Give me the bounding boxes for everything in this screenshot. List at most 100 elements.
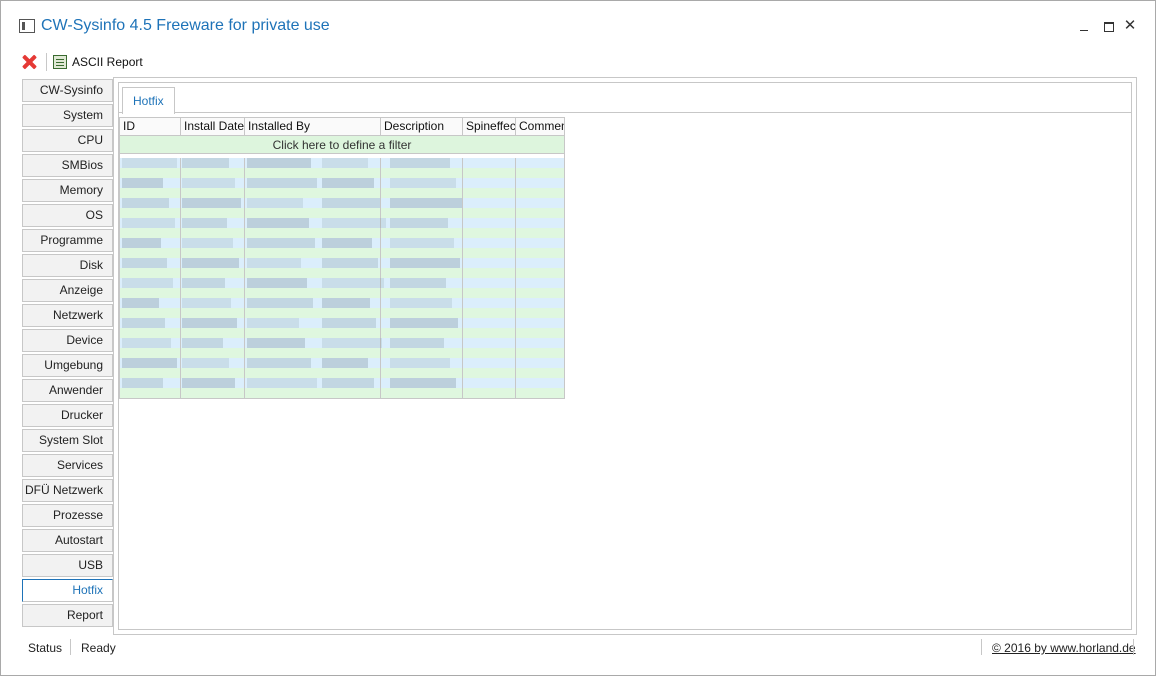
table-cell — [516, 318, 564, 328]
sidebar-item-os[interactable]: OS — [22, 204, 113, 227]
table-cell — [381, 208, 463, 218]
sidebar-item-disk[interactable]: Disk — [22, 254, 113, 277]
column-header-description[interactable]: Description — [381, 118, 463, 135]
copyright-link[interactable]: © 2016 by www.horland.de — [992, 641, 1136, 655]
table-cell — [120, 328, 181, 338]
table-cell — [463, 228, 516, 238]
table-cell — [516, 348, 564, 358]
sidebar-item-prozesse[interactable]: Prozesse — [22, 504, 113, 527]
sidebar-item-smbios[interactable]: SMBios — [22, 154, 113, 177]
obscured-cell-content — [322, 318, 376, 328]
table-row[interactable] — [120, 268, 564, 278]
sidebar-item-memory[interactable]: Memory — [22, 179, 113, 202]
table-cell — [463, 348, 516, 358]
column-header-installed-by[interactable]: Installed By — [245, 118, 381, 135]
obscured-cell-content — [247, 258, 301, 268]
obscured-cell-content — [322, 218, 386, 228]
table-row[interactable] — [120, 288, 564, 298]
content-panel: Hotfix ID Install Date Installed By Descrip… — [113, 77, 1137, 635]
obscured-cell-content — [122, 378, 163, 388]
table-cell — [516, 308, 564, 318]
table-cell — [245, 348, 381, 358]
sidebar-item-device[interactable]: Device — [22, 329, 113, 352]
tab-hotfix[interactable]: Hotfix — [122, 87, 175, 114]
column-header-install-date[interactable]: Install Date — [181, 118, 245, 135]
table-cell — [463, 188, 516, 198]
sidebar-item-umgebung[interactable]: Umgebung — [22, 354, 113, 377]
table-cell — [181, 348, 245, 358]
table-cell — [381, 188, 463, 198]
table-cell — [463, 318, 516, 328]
obscured-cell-content — [390, 178, 456, 188]
table-cell — [463, 378, 516, 388]
table-cell — [181, 368, 245, 378]
obscured-cell-content — [247, 178, 317, 188]
status-separator — [1133, 639, 1134, 655]
obscured-cell-content — [122, 358, 177, 368]
obscured-cell-content — [122, 218, 175, 228]
sidebar-item-anzeige[interactable]: Anzeige — [22, 279, 113, 302]
obscured-cell-content — [390, 278, 446, 288]
minimize-button[interactable] — [1077, 19, 1091, 33]
obscured-cell-content — [122, 338, 171, 348]
table-row[interactable] — [120, 228, 564, 238]
sidebar-item-system-slot[interactable]: System Slot — [22, 429, 113, 452]
column-header-id[interactable]: ID — [120, 118, 181, 135]
obscured-cell-content — [247, 158, 311, 168]
red-x-icon[interactable] — [19, 51, 41, 73]
table-row[interactable] — [120, 328, 564, 338]
obscured-cell-content — [390, 318, 458, 328]
sidebar-item-system[interactable]: System — [22, 104, 113, 127]
table-cell — [381, 348, 463, 358]
table-row[interactable] — [120, 168, 564, 178]
obscured-cell-content — [247, 238, 315, 248]
table-cell — [181, 168, 245, 178]
table-row[interactable] — [120, 188, 564, 198]
close-window-button[interactable]: ✕ — [1123, 18, 1137, 33]
sidebar-item-df-netzwerk[interactable]: DFÜ Netzwerk — [22, 479, 113, 502]
sidebar-item-drucker[interactable]: Drucker — [22, 404, 113, 427]
column-header-comment[interactable]: Comment — [516, 118, 564, 135]
table-row[interactable] — [120, 388, 564, 398]
table-cell — [463, 288, 516, 298]
report-icon — [53, 55, 67, 69]
table-row[interactable] — [120, 348, 564, 358]
table-cell — [120, 168, 181, 178]
sidebar-item-services[interactable]: Services — [22, 454, 113, 477]
maximize-button[interactable] — [1101, 19, 1115, 33]
table-row[interactable] — [120, 208, 564, 218]
table-cell — [463, 208, 516, 218]
table-row[interactable] — [120, 308, 564, 318]
table-cell — [516, 168, 564, 178]
table-cell — [516, 368, 564, 378]
table-cell — [245, 328, 381, 338]
tab-strip: Hotfix — [119, 83, 1131, 114]
filter-row[interactable]: Click here to define a filter — [120, 136, 564, 154]
sidebar-item-usb[interactable]: USB — [22, 554, 113, 577]
sidebar-item-programme[interactable]: Programme — [22, 229, 113, 252]
table-cell — [516, 178, 564, 188]
obscured-cell-content — [122, 258, 167, 268]
sidebar-item-hotfix[interactable]: Hotfix — [22, 579, 113, 602]
table-cell — [245, 308, 381, 318]
table-cell — [120, 348, 181, 358]
table-cell — [245, 268, 381, 278]
obscured-cell-content — [182, 218, 227, 228]
table-cell — [463, 338, 516, 348]
sidebar-item-report[interactable]: Report — [22, 604, 113, 627]
sidebar-item-netzwerk[interactable]: Netzwerk — [22, 304, 113, 327]
app-window: CW-Sysinfo 4.5 Freeware for private use … — [0, 0, 1156, 676]
sidebar-item-cpu[interactable]: CPU — [22, 129, 113, 152]
table-row[interactable] — [120, 248, 564, 258]
table-cell — [516, 248, 564, 258]
column-header-spineffect[interactable]: Spineffect — [463, 118, 516, 135]
obscured-cell-content — [247, 338, 305, 348]
ascii-report-button[interactable]: ASCII Report — [53, 55, 143, 69]
table-cell — [181, 328, 245, 338]
sidebar-item-autostart[interactable]: Autostart — [22, 529, 113, 552]
sidebar-item-cw-sysinfo[interactable]: CW-Sysinfo — [22, 79, 113, 102]
table-row[interactable] — [120, 368, 564, 378]
sidebar-item-anwender[interactable]: Anwender — [22, 379, 113, 402]
status-separator — [70, 639, 71, 655]
table-cell — [120, 248, 181, 258]
